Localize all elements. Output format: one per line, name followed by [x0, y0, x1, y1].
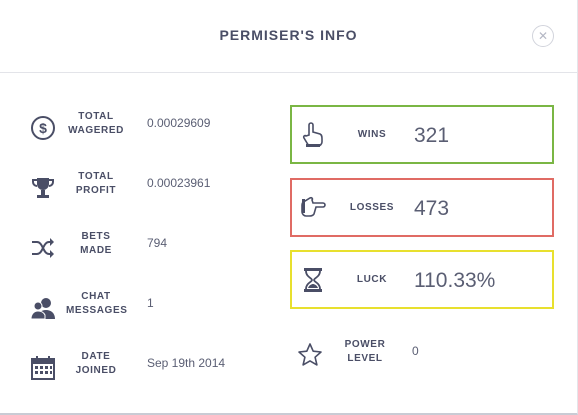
- stat-value: Sep 19th 2014: [147, 356, 226, 370]
- power-level-value: 0: [412, 344, 419, 358]
- svg-text:$: $: [39, 120, 47, 136]
- wins-value: 321: [414, 124, 450, 147]
- stat-label: BETS MADE: [80, 231, 112, 256]
- stat-total-profit: TOTAL PROFIT 0.00023961: [26, 170, 266, 210]
- luck-value: 110.33%: [414, 269, 496, 292]
- dollar-coin-icon: $: [30, 115, 56, 141]
- stat-label: CHAT MESSAGES: [66, 291, 128, 316]
- close-button[interactable]: ✕: [532, 25, 554, 47]
- trophy-icon: [30, 175, 56, 201]
- users-icon: [30, 295, 56, 321]
- star-icon: [297, 342, 323, 368]
- stat-value: 794: [147, 236, 168, 250]
- shuffle-icon: [30, 235, 56, 261]
- stat-date-joined: DATE JOINED Sep 19th 2014: [26, 350, 266, 390]
- stat-chat-messages: CHAT MESSAGES 1: [26, 290, 266, 330]
- stat-label: TOTAL PROFIT: [75, 171, 117, 196]
- thumbs-up-hand-icon: [299, 121, 327, 149]
- wins-box: WINS 321: [290, 105, 554, 164]
- stat-value: 0.00023961: [147, 176, 211, 190]
- power-level-row: POWER LEVEL 0: [290, 336, 554, 376]
- stat-bets-made: BETS MADE 794: [26, 230, 266, 270]
- stat-label: DATE JOINED: [75, 351, 117, 376]
- losses-value: 473: [414, 197, 450, 220]
- power-level-label: POWER LEVEL: [344, 339, 386, 364]
- modal-title: PERMISER'S INFO: [219, 27, 358, 43]
- modal-header: PERMISER'S INFO ✕: [0, 0, 577, 73]
- stat-value: 0.00029609: [147, 116, 211, 130]
- thumbs-down-hand-icon: [299, 194, 327, 222]
- wins-label: WINS: [357, 129, 387, 140]
- user-info-modal: PERMISER'S INFO ✕ $ TOTAL WAGERED 0.0002…: [0, 0, 578, 415]
- luck-box: LUCK 110.33%: [290, 250, 554, 309]
- luck-label: LUCK: [356, 274, 388, 285]
- close-icon: ✕: [537, 29, 549, 43]
- hourglass-icon: [299, 266, 327, 294]
- losses-label: LOSSES: [349, 202, 395, 213]
- stat-total-wagered: $ TOTAL WAGERED 0.00029609: [26, 110, 266, 150]
- stat-label: TOTAL WAGERED: [68, 111, 124, 136]
- stat-value: 1: [147, 296, 154, 310]
- calendar-icon: [30, 355, 56, 381]
- losses-box: LOSSES 473: [290, 178, 554, 237]
